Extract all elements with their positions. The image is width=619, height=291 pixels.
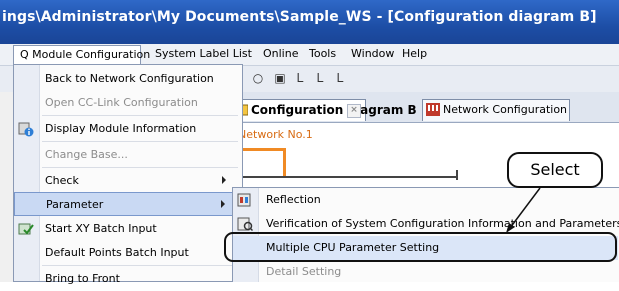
callout-arrow [506, 187, 541, 233]
select-callout: Select [507, 152, 603, 188]
